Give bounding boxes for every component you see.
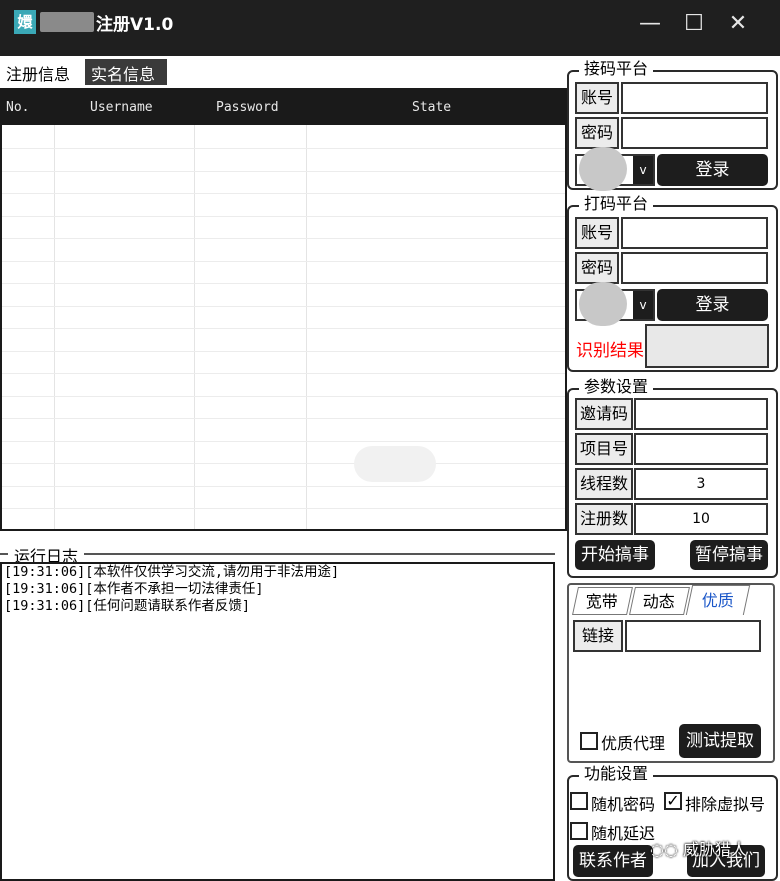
tab-registration-info[interactable]: 注册信息 — [0, 59, 82, 85]
app-logo-icon: 嬛 — [14, 10, 36, 34]
captcha-account-label: 账号 — [575, 217, 619, 249]
thread-count-label: 线程数 — [575, 468, 633, 500]
grid-row-line — [2, 508, 565, 509]
close-icon[interactable]: ✕ — [722, 10, 754, 38]
maximize-icon[interactable]: ☐ — [678, 10, 710, 38]
sms-platform-select[interactable]: v — [575, 147, 655, 191]
quality-proxy-checkbox[interactable] — [580, 732, 598, 750]
random-delay-checkbox[interactable] — [570, 822, 588, 840]
register-count-label: 注册数 — [575, 503, 633, 535]
contact-author-button[interactable]: 联系作者 — [573, 845, 653, 877]
grid-row-line — [2, 485, 565, 487]
log-line: [19:31:06][本软件仅供学习交流,请勿用于非法用途] — [4, 564, 340, 580]
window-title: 注册V1.0 — [96, 15, 174, 35]
redacted-title-block — [40, 12, 94, 32]
params-title: 参数设置 — [579, 377, 654, 397]
log-output[interactable]: [19:31:06][本软件仅供学习交流,请勿用于非法用途] [19:31:06… — [0, 562, 555, 881]
sms-password-label: 密码 — [575, 117, 619, 149]
grid-row-line — [2, 148, 565, 149]
column-header-username[interactable]: Username — [90, 100, 153, 115]
column-header-state[interactable]: State — [412, 100, 451, 115]
account-table[interactable]: No. Username Password State — [0, 88, 567, 531]
grid-row-line — [2, 328, 565, 329]
project-id-label: 项目号 — [575, 433, 633, 465]
wechat-icon: ◌◌ — [650, 840, 684, 859]
table-header: No. Username Password State — [2, 90, 565, 125]
log-line: [19:31:06][本作者不承担一切法律责任] — [4, 581, 264, 597]
sms-login-button[interactable]: 登录 — [657, 154, 768, 186]
sms-password-input[interactable] — [621, 117, 768, 149]
sms-platform-title: 接码平台 — [579, 59, 654, 79]
grid-row-line — [2, 215, 565, 217]
log-line: [19:31:06][任何问题请联系作者反馈] — [4, 598, 251, 614]
grid-row-line — [2, 395, 565, 397]
captcha-password-input[interactable] — [621, 252, 768, 284]
proxy-link-input[interactable] — [625, 620, 761, 652]
random-password-label: 随机密码 — [591, 795, 656, 814]
grid-row-line — [2, 238, 565, 239]
redacted-blur — [579, 282, 627, 326]
invite-code-input[interactable] — [634, 398, 768, 430]
grid-row-line — [2, 373, 565, 374]
random-password-checkbox[interactable] — [570, 792, 588, 810]
chevron-down-icon: v — [633, 156, 653, 184]
grid-row-line — [2, 170, 565, 172]
captcha-platform-select[interactable]: v — [575, 282, 655, 326]
grid-row-line — [2, 305, 565, 307]
quality-proxy-label: 优质代理 — [601, 734, 666, 753]
sms-account-label: 账号 — [575, 82, 619, 114]
exclude-virtual-checkbox[interactable]: ✓ — [664, 792, 682, 810]
invite-code-label: 邀请码 — [575, 398, 633, 430]
grid-row-line — [2, 463, 565, 464]
tab-real-name-info[interactable]: 实名信息 — [85, 59, 167, 85]
captcha-platform-title: 打码平台 — [579, 194, 654, 214]
captcha-login-button[interactable]: 登录 — [657, 289, 768, 321]
captcha-password-label: 密码 — [575, 252, 619, 284]
proxy-tab-broadband[interactable]: 宽带 — [572, 587, 633, 615]
scroll-ghost — [354, 446, 436, 482]
random-delay-label: 随机延迟 — [591, 824, 656, 843]
minimize-icon[interactable]: — — [634, 10, 666, 38]
grid-row-line — [2, 193, 565, 194]
column-header-password[interactable]: Password — [216, 100, 279, 115]
title-bar: 嬛 注册V1.0 — ☐ ✕ — [0, 0, 780, 56]
captcha-account-input[interactable] — [621, 217, 768, 249]
proxy-tab-dynamic[interactable]: 动态 — [629, 587, 690, 615]
grid-row-line — [2, 350, 565, 352]
grid-row-line — [2, 418, 565, 419]
features-title: 功能设置 — [579, 764, 654, 784]
watermark: ◌◌ 威胁猎人 — [650, 840, 748, 859]
chevron-down-icon: v — [633, 291, 653, 319]
redacted-blur — [579, 147, 627, 191]
grid-row-line — [2, 440, 565, 442]
project-id-input[interactable] — [634, 433, 768, 465]
recognition-result-display — [645, 324, 769, 368]
register-count-input[interactable]: 10 — [634, 503, 768, 535]
pause-button[interactable]: 暂停搞事 — [690, 540, 768, 570]
proxy-tab-quality[interactable]: 优质 — [685, 585, 751, 615]
column-header-no[interactable]: No. — [6, 100, 29, 115]
grid-row-line — [2, 283, 565, 284]
sms-account-input[interactable] — [621, 82, 768, 114]
test-fetch-button[interactable]: 测试提取 — [679, 724, 761, 758]
recognition-result-label: 识别结果 — [576, 341, 644, 361]
proxy-link-label: 链接 — [573, 620, 623, 652]
grid-row-line — [2, 260, 565, 262]
exclude-virtual-label: 排除虚拟号 — [685, 795, 766, 814]
start-button[interactable]: 开始搞事 — [575, 540, 655, 570]
thread-count-input[interactable]: 3 — [634, 468, 768, 500]
